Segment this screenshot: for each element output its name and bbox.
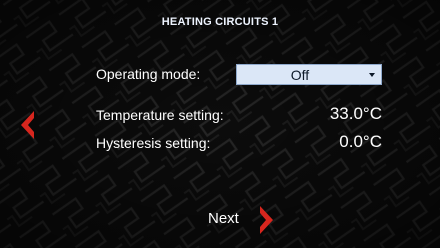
- chevron-right-icon[interactable]: [258, 205, 276, 235]
- operating-mode-dropdown[interactable]: Off: [236, 64, 382, 85]
- heating-circuit-screen: HEATING CIRCUITS 1 Operating mode: Off T…: [0, 0, 440, 248]
- operating-mode-label: Operating mode:: [96, 66, 201, 82]
- temperature-setting-value[interactable]: 33.0°C: [330, 104, 382, 124]
- caret-down-icon: [369, 73, 375, 77]
- operating-mode-value: Off: [290, 67, 310, 83]
- hysteresis-setting-value[interactable]: 0.0°C: [339, 132, 382, 152]
- chevron-left-icon[interactable]: [18, 110, 36, 140]
- page-title: HEATING CIRCUITS 1: [161, 16, 279, 28]
- temperature-setting-label: Temperature setting:: [96, 107, 224, 123]
- next-button-label[interactable]: Next: [208, 210, 239, 227]
- hysteresis-setting-label: Hysteresis setting:: [96, 135, 211, 151]
